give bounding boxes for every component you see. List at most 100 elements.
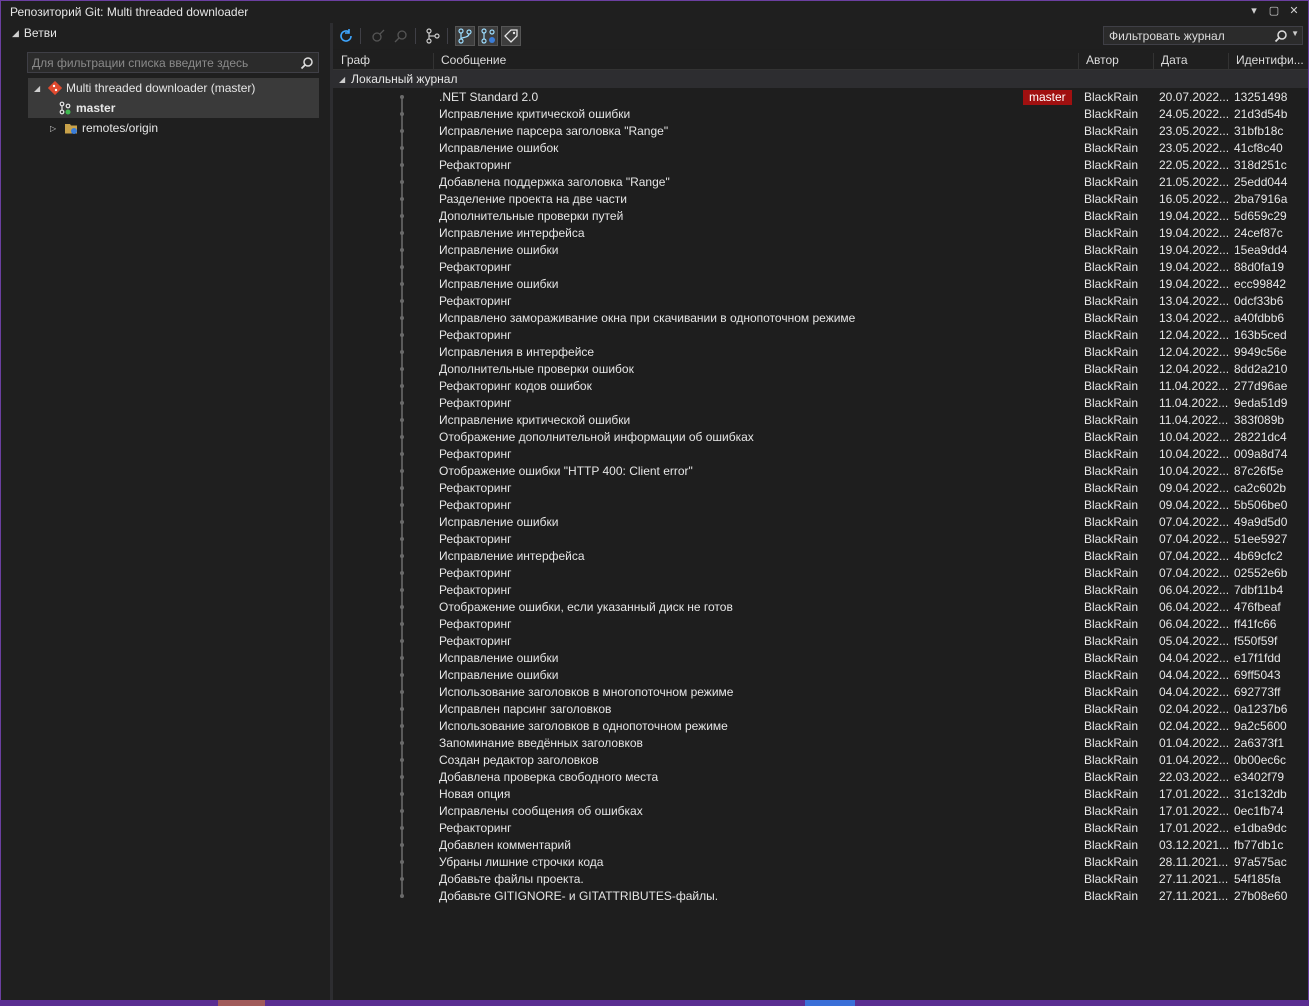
commit-message: Добавьте GITIGNORE- и GITATTRIBUTES-файл…: [439, 889, 719, 903]
commit-row[interactable]: Исправление парсера заголовка "Range" Bla…: [333, 123, 1308, 140]
commit-row[interactable]: Убраны лишние строчки кода BlackRain 28.11…: [333, 854, 1308, 871]
commit-row[interactable]: Исправление ошибки BlackRain 07.04.2022...…: [333, 514, 1308, 531]
commit-date: 10.04.2022...: [1159, 430, 1230, 444]
branches-header[interactable]: ◢ Ветви: [2, 23, 330, 43]
show-graph-button[interactable]: [423, 26, 443, 46]
commit-author: BlackRain: [1084, 719, 1139, 733]
commit-row[interactable]: Отображение ошибки "HTTP 400: Client err…: [333, 463, 1308, 480]
show-tags-button[interactable]: [501, 26, 521, 46]
commit-node-icon: [400, 401, 404, 405]
commit-row[interactable]: Рефакторинг BlackRain 13.04.2022... 0dcf33b…: [333, 293, 1308, 310]
commit-row[interactable]: Добавлена поддержка заголовка "Range" Bla…: [333, 174, 1308, 191]
column-author[interactable]: Автор: [1086, 53, 1119, 67]
search-icon[interactable]: [300, 56, 314, 70]
commit-row[interactable]: Рефакторинг BlackRain 19.04.2022... 88d0fa1…: [333, 259, 1308, 276]
commit-row[interactable]: Исправлены сообщения об ошибках BlackRain…: [333, 803, 1308, 820]
chevron-down-icon[interactable]: ▼: [1291, 29, 1299, 38]
commit-row[interactable]: Рефакторинг BlackRain 07.04.2022... 02552e6…: [333, 565, 1308, 582]
tree-item-remotes[interactable]: ▷ remotes/origin: [28, 118, 319, 138]
commit-row[interactable]: Исправлен парсинг заголовков BlackRain 02.…: [333, 701, 1308, 718]
taskbar-item[interactable]: [218, 1000, 265, 1006]
commit-message: Исправление интерфейса: [439, 226, 585, 240]
commit-row[interactable]: Рефакторинг BlackRain 17.01.2022... e1dba9d…: [333, 820, 1308, 837]
commit-row[interactable]: Создан редактор заголовков BlackRain 01.04…: [333, 752, 1308, 769]
commit-row[interactable]: Исправление ошибок BlackRain 23.05.2022...…: [333, 140, 1308, 157]
commit-row[interactable]: Исправление критической ошибки BlackRain 1…: [333, 412, 1308, 429]
commit-node-icon: [400, 316, 404, 320]
remote-folder-icon: [65, 124, 77, 134]
commit-row[interactable]: Добавьте GITIGNORE- и GITATTRIBUTES-файл…: [333, 888, 1308, 905]
commit-row[interactable]: Дополнительные проверки ошибок BlackRain 1…: [333, 361, 1308, 378]
expand-icon[interactable]: ◢: [34, 84, 44, 93]
collapse-icon[interactable]: ◢: [339, 75, 345, 84]
commit-row[interactable]: Рефакторинг BlackRain 10.04.2022... 009a8d7…: [333, 446, 1308, 463]
log-filter-input[interactable]: Фильтровать журнал ▼: [1103, 26, 1303, 45]
commit-row[interactable]: Исправление критической ошибки BlackRain 2…: [333, 106, 1308, 123]
maximize-icon[interactable]: ▢: [1268, 4, 1280, 17]
commit-row[interactable]: Исправление ошибки BlackRain 19.04.2022...…: [333, 276, 1308, 293]
taskbar-item[interactable]: [805, 1000, 855, 1006]
commit-date: 24.05.2022...: [1159, 107, 1230, 121]
commit-row[interactable]: Добавьте файлы проекта. BlackRain 27.11.20…: [333, 871, 1308, 888]
commit-row[interactable]: Использование заголовков в однопоточном …: [333, 718, 1308, 735]
commit-row[interactable]: Рефакторинг BlackRain 07.04.2022... 51ee592…: [333, 531, 1308, 548]
commit-id: 163b5ced: [1234, 328, 1287, 342]
go-to-parent-button[interactable]: [391, 26, 411, 46]
vertical-scrollbar[interactable]: [1302, 89, 1308, 999]
close-icon[interactable]: ✕: [1288, 4, 1300, 17]
tree-item-repository[interactable]: ◢ Multi threaded downloader (master): [28, 78, 319, 98]
commit-row[interactable]: Разделение проекта на две части BlackRain…: [333, 191, 1308, 208]
show-local-branches-button[interactable]: [455, 26, 475, 46]
commit-row[interactable]: Рефакторинг BlackRain 06.04.2022... ff41fc6…: [333, 616, 1308, 633]
commit-row[interactable]: Использование заголовков в многопоточном…: [333, 684, 1308, 701]
commit-row[interactable]: Рефакторинг BlackRain 11.04.2022... 9eda51d…: [333, 395, 1308, 412]
commit-row[interactable]: Рефакторинг BlackRain 09.04.2022... 5b506be…: [333, 497, 1308, 514]
commit-row[interactable]: Добавлена проверка свободного места Black…: [333, 769, 1308, 786]
repo-label: Multi threaded downloader (master): [66, 81, 256, 95]
tree-item-master[interactable]: master: [28, 98, 319, 118]
commit-row[interactable]: Рефакторинг BlackRain 22.05.2022... 318d251…: [333, 157, 1308, 174]
commit-row[interactable]: Отображение дополнительной информации об…: [333, 429, 1308, 446]
commit-row[interactable]: Добавлен комментарий BlackRain 03.12.2021.…: [333, 837, 1308, 854]
commit-node-icon: [400, 809, 404, 813]
commit-row[interactable]: Рефакторинг BlackRain 09.04.2022... ca2c602…: [333, 480, 1308, 497]
dropdown-icon[interactable]: ▾: [1248, 4, 1260, 17]
branch-filter-input[interactable]: Для фильтрации списка введите здесь: [27, 52, 319, 73]
collapse-icon[interactable]: ◢: [12, 28, 19, 39]
commit-row[interactable]: Рефакторинг BlackRain 05.04.2022... f550f59…: [333, 633, 1308, 650]
commit-id: 54f185fa: [1234, 872, 1281, 886]
column-message[interactable]: Сообщение: [441, 53, 506, 67]
column-date[interactable]: Дата: [1161, 53, 1188, 67]
commit-row[interactable]: Рефакторинг кодов ошибок BlackRain 11.04.2…: [333, 378, 1308, 395]
commit-row[interactable]: Запоминание введённых заголовков BlackRai…: [333, 735, 1308, 752]
commit-row[interactable]: Рефакторинг BlackRain 12.04.2022... 163b5ce…: [333, 327, 1308, 344]
search-icon[interactable]: [1274, 29, 1288, 43]
commit-row[interactable]: Отображение ошибки, если указанный диск …: [333, 599, 1308, 616]
commit-row[interactable]: Исправление интерфейса BlackRain 19.04.202…: [333, 225, 1308, 242]
commit-node-icon: [400, 894, 404, 898]
commit-row[interactable]: Исправление ошибки BlackRain 04.04.2022...…: [333, 667, 1308, 684]
commit-row[interactable]: Исправление интерфейса BlackRain 07.04.202…: [333, 548, 1308, 565]
column-id[interactable]: Идентифи...: [1236, 53, 1304, 67]
refresh-button[interactable]: [336, 26, 356, 46]
go-to-child-button[interactable]: [368, 26, 388, 46]
commit-date: 01.04.2022...: [1159, 753, 1230, 767]
commit-id: 51ee5927: [1234, 532, 1288, 546]
branch-badge[interactable]: master: [1023, 90, 1072, 105]
local-history-group[interactable]: ◢ Локальный журнал: [333, 70, 1308, 88]
commit-row[interactable]: .NET Standard 2.0 BlackRain 20.07.2022... 1…: [333, 89, 1308, 106]
expand-right-icon[interactable]: ▷: [50, 124, 60, 133]
commit-row[interactable]: Рефакторинг BlackRain 06.04.2022... 7dbf11b…: [333, 582, 1308, 599]
commit-id: ca2c602b: [1234, 481, 1287, 495]
commit-row[interactable]: Исправлено замораживание окна при скачив…: [333, 310, 1308, 327]
column-graph[interactable]: Граф: [341, 53, 370, 67]
commit-row[interactable]: Дополнительные проверки путей BlackRain 19…: [333, 208, 1308, 225]
commit-row[interactable]: Исправление ошибки BlackRain 04.04.2022...…: [333, 650, 1308, 667]
show-remote-branches-button[interactable]: [478, 26, 498, 46]
commit-date: 19.04.2022...: [1159, 260, 1230, 274]
commit-id: 13251498: [1234, 90, 1288, 104]
commit-author: BlackRain: [1084, 447, 1139, 461]
commit-row[interactable]: Исправления в интерфейсе BlackRain 12.04.2…: [333, 344, 1308, 361]
commit-row[interactable]: Исправление ошибки BlackRain 19.04.2022...…: [333, 242, 1308, 259]
commit-row[interactable]: Новая опция BlackRain 17.01.2022... 31c132d…: [333, 786, 1308, 803]
